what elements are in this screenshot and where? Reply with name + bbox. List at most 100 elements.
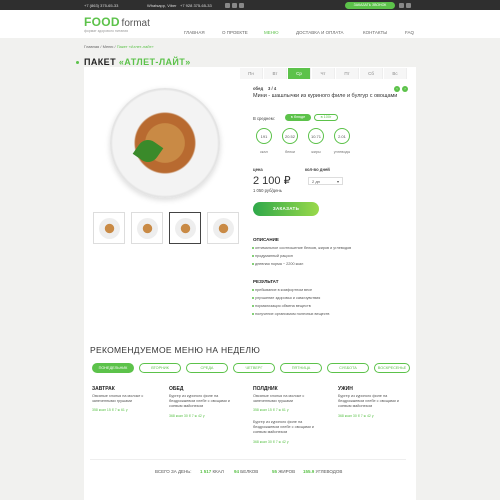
meal-snack-nums-2: 368 ккал 30 б 7 ж 42 у — [253, 440, 289, 444]
tab-saturday[interactable]: СУББОТА — [327, 363, 369, 373]
result-item: нормализация обмена веществ — [252, 304, 311, 308]
chevron-down-icon: ▾ — [336, 179, 339, 184]
phone-2[interactable]: +7 928 375-65-33 — [180, 3, 212, 8]
tab-thursday[interactable]: ЧЕТВЕРГ — [233, 363, 275, 373]
title-prefix: ПАКЕТ — [84, 57, 116, 67]
totals-fat-value: 55 — [272, 469, 278, 474]
logo-food: FOOD — [84, 15, 120, 29]
days-select[interactable]: 2 дн ▾ — [308, 177, 343, 185]
day-tab-thu[interactable]: Чт — [312, 68, 335, 79]
fat-value: 10.71 — [308, 128, 324, 144]
day-tab-sun[interactable]: Вс — [384, 68, 407, 79]
description-title: ОПИСАНИЕ — [253, 237, 279, 242]
carbs-value: 2.01 — [334, 128, 350, 144]
pill-per-100g[interactable]: в 100г — [314, 114, 338, 121]
result-item: получение организмом полезных веществ — [251, 312, 330, 316]
meal-label: обед — [253, 86, 264, 91]
result-title: РЕЗУЛЬТАТ — [253, 279, 279, 284]
telegram-icon[interactable] — [239, 2, 244, 8]
crumb-menu[interactable]: Меню — [103, 44, 114, 49]
vk-icon[interactable] — [406, 2, 411, 8]
instagram-icon[interactable] — [399, 2, 404, 8]
totals-kcal-value: 1 517 — [200, 469, 212, 474]
title-name: «АТЛЕТ-ЛАЙТ» — [118, 57, 191, 67]
next-arrow-icon[interactable]: › — [402, 86, 408, 92]
meal-snack-nums: 358 ккал 15 б 7 ж 61 у — [253, 408, 289, 412]
meal-lunch-nums: 368 ккал 30 б 7 ж 42 у — [169, 414, 205, 418]
avg-label: В среднем: — [253, 116, 275, 121]
totals-kcal: 1 517 ККАЛ — [200, 469, 224, 474]
day-tab-fri[interactable]: Пт — [336, 68, 359, 79]
header: FOOD format формат здорового питания ГЛА… — [0, 10, 500, 38]
crumb-current: Пакет «Атлет-лайт» — [116, 44, 154, 49]
kcal-value: 191 — [256, 128, 272, 144]
callback-button[interactable]: ЗАКАЗАТЬ ЗВОНОК — [345, 1, 395, 9]
totals-carbs: 155.9 УГЛЕВОДОВ — [303, 469, 342, 474]
messengers-label: Whatsapp, Viber — [147, 3, 177, 8]
nav-about[interactable]: О ПРОЕКТЕ — [222, 30, 248, 35]
crumb-home[interactable]: Главная — [84, 44, 99, 49]
meal-lunch-text: Бургер из куриного филе на бездрожжевом … — [169, 394, 230, 408]
thumbnail-4[interactable] — [207, 212, 239, 244]
dish-name: Мини - шашлычки из куриного филе и булгу… — [253, 93, 398, 99]
meal-dinner-text: Бургер из куриного филе на бездрожжевом … — [338, 394, 399, 408]
divider — [90, 459, 406, 460]
nav-home[interactable]: ГЛАВНАЯ — [184, 30, 205, 35]
totals-fat: 55 ЖИРОВ — [272, 469, 295, 474]
description-item: дневная норма ~ 2200 ккал — [251, 262, 304, 266]
logo[interactable]: FOOD format формат здорового питания — [84, 15, 150, 33]
price-value: 2 100 ₽ — [253, 175, 291, 187]
totals-protein: 94 БЕЛКОВ — [234, 469, 258, 474]
nav-menu[interactable]: МЕНЮ — [264, 30, 279, 35]
totals-carbs-label: УГЛЕВОДОВ — [315, 469, 343, 474]
tab-wednesday[interactable]: СРЕДА — [186, 363, 228, 373]
logo-subtitle: формат здорового питания — [84, 29, 129, 33]
totals-fat-label: ЖИРОВ — [278, 469, 296, 474]
totals-label: ВСЕГО ЗА ДЕНЬ: — [155, 469, 192, 474]
day-tab-tue[interactable]: Вт — [264, 68, 287, 79]
day-tab-mon[interactable]: Пн — [240, 68, 263, 79]
nav-faq[interactable]: FAQ — [405, 30, 414, 35]
order-button[interactable]: ЗАКАЗАТЬ — [253, 202, 319, 216]
meal-snack-text: Овсяные хлопья на молоке с запеченными г… — [253, 394, 305, 403]
result-item: улучшение здоровья и самочувствия — [251, 296, 321, 300]
carbs-label: углеводы — [333, 150, 351, 154]
price-label: цена — [253, 167, 263, 172]
nav-contacts[interactable]: КОНТАКТЫ — [363, 30, 387, 35]
protein-label: белки — [284, 150, 296, 154]
meal-snack-text-2: Бургер из куриного филе на бездрожжевом … — [253, 420, 314, 434]
viber-icon[interactable] — [232, 2, 237, 8]
meal-snack-title: ПОЛДНИК — [253, 386, 278, 392]
day-tab-wed[interactable]: Ср — [288, 68, 311, 79]
thumbnail-3[interactable] — [169, 212, 201, 244]
page-title: ПАКЕТ «АТЛЕТ-ЛАЙТ» — [84, 57, 191, 67]
totals-protein-value: 94 — [234, 469, 240, 474]
totals-kcal-label: ККАЛ — [212, 469, 224, 474]
pill-per-dish[interactable]: в блюде — [285, 114, 311, 121]
whatsapp-icon[interactable] — [225, 2, 230, 8]
meal-breakfast-nums: 358 ккал 15 б 7 ж 61 у — [92, 408, 128, 412]
result-item: пребывание в комфортном весе — [251, 288, 313, 292]
thumbnail-2[interactable] — [131, 212, 163, 244]
title-dot — [76, 61, 79, 64]
day-tab-sat[interactable]: Сб — [360, 68, 383, 79]
tab-friday[interactable]: ПЯТНИЦА — [280, 363, 322, 373]
phone-1[interactable]: +7 (863) 375-65-33 — [84, 3, 118, 8]
nav-delivery[interactable]: ДОСТАВКА И ОПЛАТА — [296, 30, 344, 35]
dish-image — [110, 88, 220, 198]
days-select-value: 2 дн — [312, 179, 320, 184]
tab-tuesday[interactable]: ВТОРНИК — [139, 363, 181, 373]
tab-monday[interactable]: ПОНЕДЕЛЬНИК — [92, 363, 134, 373]
prev-arrow-icon[interactable]: ‹ — [394, 86, 400, 92]
days-label: кол-во дней — [305, 167, 330, 172]
tab-sunday[interactable]: ВОСКРЕСЕНЬЕ — [374, 363, 410, 373]
thumbnail-1[interactable] — [93, 212, 125, 244]
protein-value: 20.52 — [282, 128, 298, 144]
fat-label: жиры — [311, 150, 321, 154]
description-item: оптимальное соотношение белков, жиров и … — [251, 246, 352, 250]
totals-protein-label: БЕЛКОВ — [240, 469, 259, 474]
top-bar: +7 (863) 375-65-33 Whatsapp, Viber +7 92… — [0, 0, 500, 10]
recommended-title: РЕКОМЕНДУЕМОЕ МЕНЮ НА НЕДЕЛЮ — [90, 345, 261, 355]
kcal-label: ккал — [260, 150, 268, 154]
logo-format: format — [121, 18, 150, 29]
